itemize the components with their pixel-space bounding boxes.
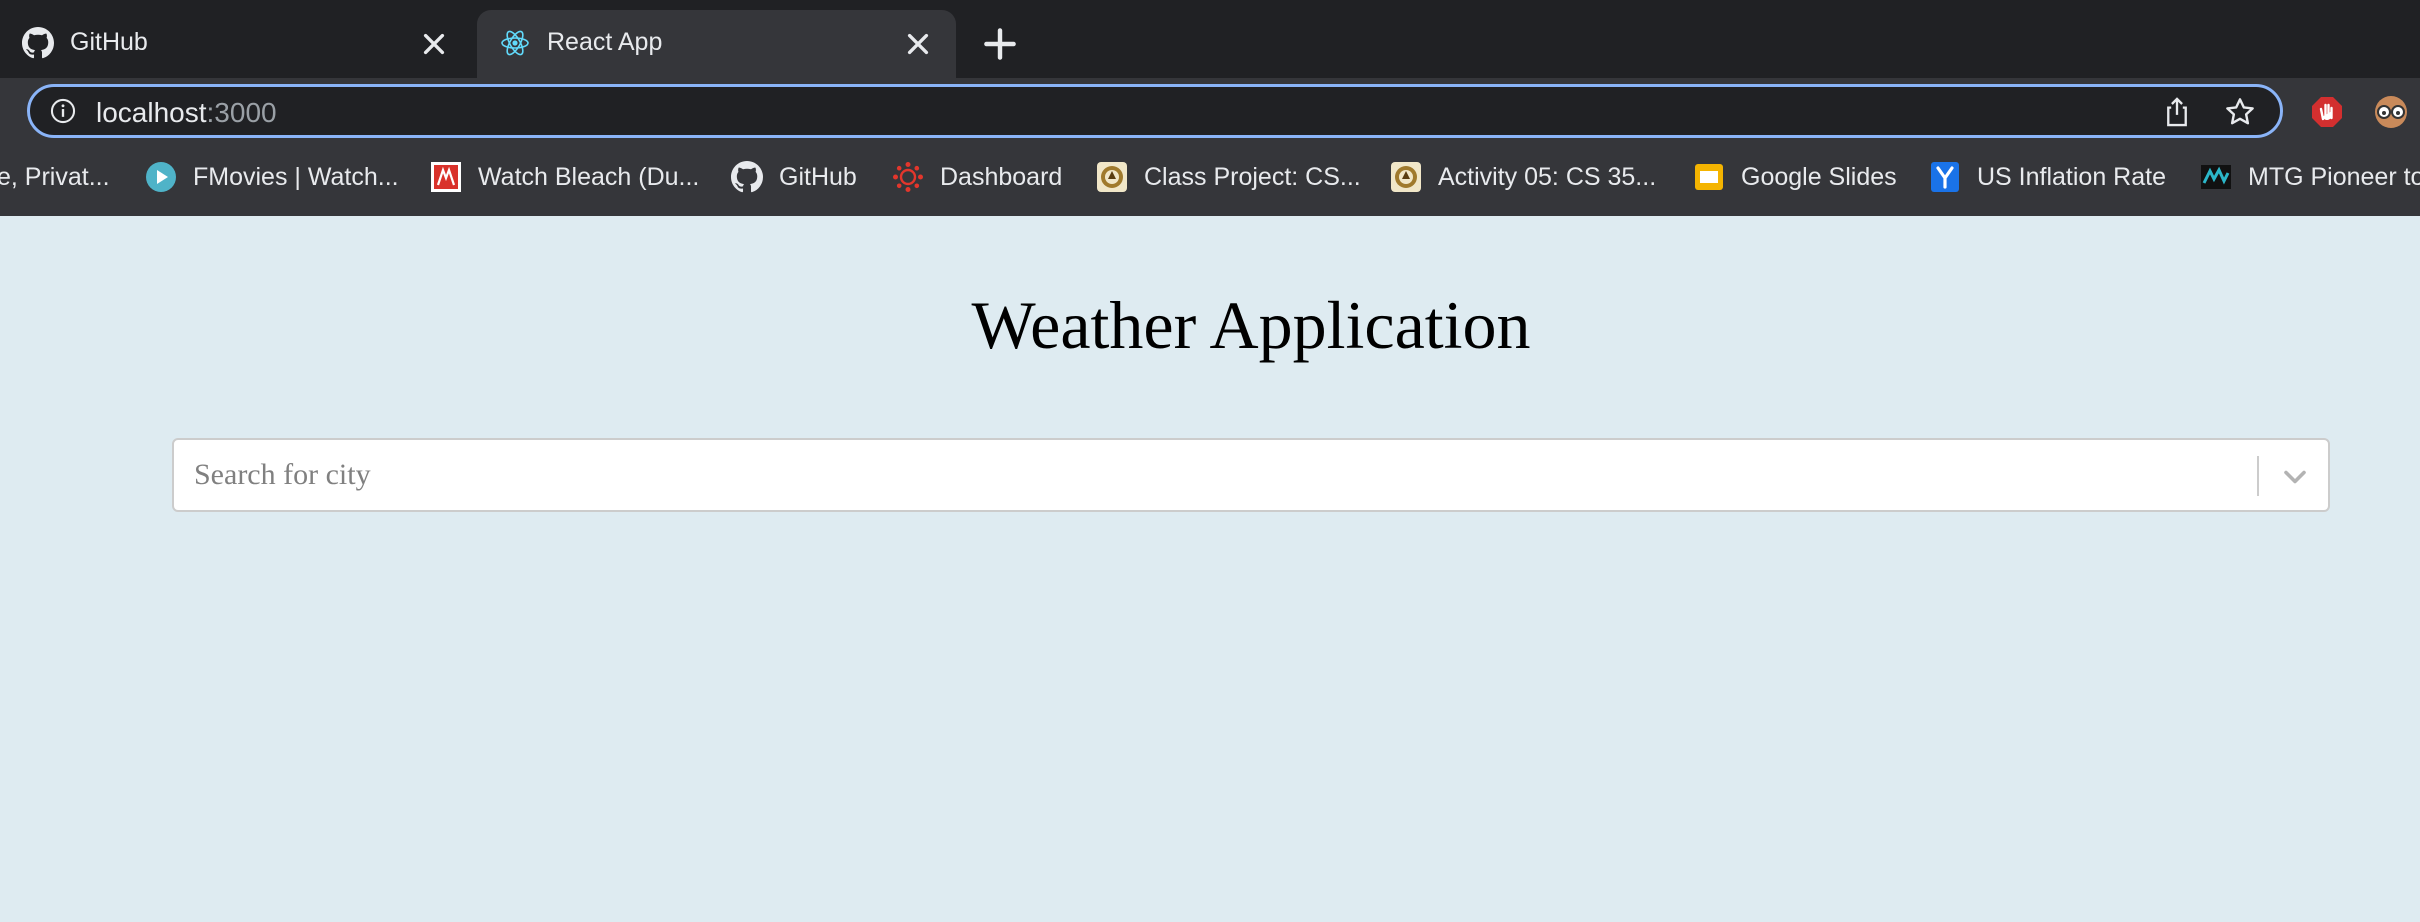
new-tab-icon[interactable] bbox=[983, 27, 1017, 61]
tab-react-app[interactable]: React App bbox=[477, 10, 956, 78]
crest-icon bbox=[1391, 162, 1421, 192]
browser-chrome: GitHub React App localhost:3000 e, Priva… bbox=[0, 0, 2420, 216]
bookmark-item[interactable]: Google Slides bbox=[1693, 152, 1897, 202]
crest-icon bbox=[1097, 162, 1127, 192]
mtg-icon bbox=[2201, 165, 2231, 189]
bookmark-item[interactable]: Class Project: CS... bbox=[1096, 152, 1361, 202]
adblock-extension-icon[interactable] bbox=[2310, 95, 2344, 129]
bookmark-item[interactable]: Dashboard bbox=[892, 152, 1062, 202]
bookmark-item[interactable]: e, Privat... bbox=[0, 152, 110, 202]
close-tab-icon[interactable] bbox=[904, 30, 932, 58]
react-icon bbox=[501, 30, 529, 56]
bookmark-label: Watch Bleach (Du... bbox=[478, 162, 700, 191]
bookmark-label: Google Slides bbox=[1741, 162, 1897, 191]
share-icon[interactable] bbox=[2162, 96, 2192, 128]
bookmark-item[interactable]: US Inflation Rate bbox=[1929, 152, 2166, 202]
github-icon bbox=[22, 27, 54, 59]
ycharts-icon bbox=[1931, 162, 1959, 192]
bookmark-label: Class Project: CS... bbox=[1144, 162, 1361, 191]
slides-icon bbox=[1695, 164, 1723, 190]
bookmark-item[interactable]: Watch Bleach (Du... bbox=[430, 152, 699, 202]
address-bar[interactable]: localhost:3000 bbox=[27, 84, 2283, 138]
bookmark-star-icon[interactable] bbox=[2224, 96, 2256, 128]
bookmark-label: GitHub bbox=[779, 162, 857, 191]
tab-github[interactable]: GitHub bbox=[0, 10, 472, 78]
bookmark-label: FMovies | Watch... bbox=[193, 162, 399, 191]
profile-extension-icon[interactable] bbox=[2373, 95, 2409, 129]
info-icon[interactable] bbox=[50, 98, 76, 124]
bookmark-label: Dashboard bbox=[940, 162, 1063, 191]
github-icon bbox=[731, 161, 763, 193]
play-icon bbox=[146, 162, 176, 192]
city-search-select[interactable] bbox=[172, 438, 2330, 512]
indicator-separator bbox=[2257, 456, 2259, 496]
city-search-input[interactable] bbox=[194, 450, 2194, 500]
url-port: :3000 bbox=[206, 97, 277, 128]
bookmark-label: Activity 05: CS 35... bbox=[1438, 162, 1657, 191]
tab-strip: GitHub React App bbox=[0, 0, 2420, 78]
tab-title: React App bbox=[547, 28, 663, 56]
bookmark-item[interactable]: GitHub bbox=[731, 152, 857, 202]
bookmark-item[interactable]: Activity 05: CS 35... bbox=[1390, 152, 1656, 202]
tab-title: GitHub bbox=[70, 28, 148, 56]
site-icon bbox=[431, 162, 461, 192]
canvas-icon bbox=[893, 162, 923, 192]
bookmark-label: MTG Pioneer to bbox=[2248, 162, 2420, 191]
bookmarks-bar: e, Privat... FMovies | Watch... Watch Bl… bbox=[0, 152, 2420, 202]
bookmark-label: e, Privat... bbox=[0, 162, 110, 191]
chevron-down-icon[interactable] bbox=[2280, 462, 2310, 492]
address-url: localhost:3000 bbox=[96, 97, 277, 129]
url-host: localhost bbox=[96, 97, 207, 128]
bookmark-label: US Inflation Rate bbox=[1977, 162, 2166, 191]
bookmark-item[interactable]: FMovies | Watch... bbox=[145, 152, 399, 202]
bookmark-item[interactable]: MTG Pioneer to bbox=[2200, 152, 2420, 202]
close-tab-icon[interactable] bbox=[420, 30, 448, 58]
page-title: Weather Application bbox=[971, 287, 1531, 363]
